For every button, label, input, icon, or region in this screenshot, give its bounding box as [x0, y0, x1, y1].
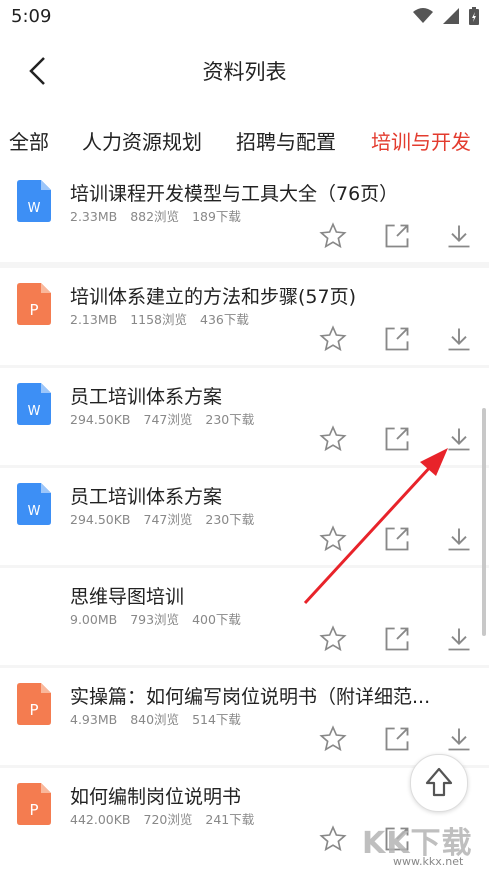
ppt-file-icon: P: [17, 783, 51, 825]
item-meta: 442.00KB 720浏览 241下载: [70, 809, 267, 828]
ppt-file-icon: P: [17, 683, 51, 725]
item-meta: 2.13MB 1158浏览 436下载: [70, 309, 262, 328]
list-item[interactable]: P 培训体系建立的方法和步骤(57页) 2.13MB 1158浏览 436下载: [0, 268, 489, 365]
arrow-up-icon: [425, 767, 453, 797]
item-views: 720浏览: [143, 812, 193, 827]
item-title: 员工培训体系方案: [70, 486, 223, 508]
item-title: 培训课程开发模型与工具大全（76页）: [70, 183, 399, 205]
share-icon[interactable]: [383, 222, 411, 250]
star-icon[interactable]: [319, 625, 347, 653]
share-icon[interactable]: [383, 525, 411, 553]
download-icon[interactable]: [445, 725, 473, 753]
star-icon[interactable]: [319, 525, 347, 553]
item-downloads: 230下载: [205, 412, 255, 427]
star-icon[interactable]: [319, 222, 347, 250]
item-title: 思维导图培训: [70, 586, 185, 608]
tab-training[interactable]: 培训与开发: [371, 126, 471, 155]
star-icon[interactable]: [319, 425, 347, 453]
item-size: 2.33MB: [70, 209, 118, 224]
svg-text:W: W: [28, 201, 41, 216]
item-size: 4.93MB: [70, 712, 118, 727]
item-views: 747浏览: [143, 412, 193, 427]
item-views: 747浏览: [143, 512, 193, 527]
item-views: 840浏览: [130, 712, 180, 727]
item-downloads: 230下载: [205, 512, 255, 527]
item-meta: 4.93MB 840浏览 514下载: [70, 709, 254, 728]
svg-text:P: P: [29, 301, 38, 319]
star-icon[interactable]: [319, 825, 347, 853]
wifi-icon: [413, 8, 433, 23]
item-size: 442.00KB: [70, 812, 131, 827]
item-title: 员工培训体系方案: [70, 386, 223, 408]
svg-text:P: P: [29, 801, 38, 819]
list-item[interactable]: P 实操篇：如何编写岗位说明书（附详细范... 4.93MB 840浏览 514下载: [0, 668, 489, 765]
item-views: 1158浏览: [130, 312, 188, 327]
app-header: 资料列表: [0, 34, 489, 108]
star-icon[interactable]: [319, 325, 347, 353]
watermark-url: www.kkx.net: [393, 855, 464, 868]
item-meta: 9.00MB 793浏览 400下载: [70, 609, 254, 628]
share-icon[interactable]: [383, 725, 411, 753]
word-file-icon: W: [17, 383, 51, 425]
download-icon[interactable]: [445, 525, 473, 553]
list-item[interactable]: W 培训课程开发模型与工具大全（76页） 2.33MB 882浏览 189下载: [0, 168, 489, 262]
download-icon[interactable]: [445, 625, 473, 653]
item-downloads: 436下载: [200, 312, 249, 327]
item-title: 如何编制岗位说明书: [70, 786, 242, 808]
item-downloads: 241下载: [205, 812, 255, 827]
item-title: 培训体系建立的方法和步骤(57页): [70, 286, 357, 308]
word-file-icon: W: [17, 180, 51, 222]
status-icons: [413, 7, 479, 25]
ppt-file-icon: P: [17, 283, 51, 325]
tab-hr-planning[interactable]: 人力资源规划: [82, 126, 202, 155]
share-icon[interactable]: [383, 625, 411, 653]
list-item[interactable]: W 员工培训体系方案 294.50KB 747浏览 230下载: [0, 468, 489, 565]
battery-icon: [469, 7, 479, 25]
tab-all[interactable]: 全部: [9, 126, 49, 155]
back-to-top-button[interactable]: [410, 754, 468, 812]
signal-icon: [443, 8, 459, 24]
item-size: 2.13MB: [70, 312, 118, 327]
item-views: 882浏览: [130, 209, 180, 224]
svg-text:P: P: [29, 701, 38, 719]
download-icon[interactable]: [445, 425, 473, 453]
item-downloads: 400下载: [192, 612, 241, 627]
item-meta: 294.50KB 747浏览 230下载: [70, 409, 267, 428]
category-tabs: 全部 人力资源规划 招聘与配置 培训与开发: [0, 108, 489, 168]
item-size: 294.50KB: [70, 412, 131, 427]
scrollbar[interactable]: [482, 408, 486, 636]
status-time: 5:09: [11, 6, 52, 27]
page-title: 资料列表: [202, 60, 287, 84]
status-bar: 5:09: [0, 0, 489, 34]
word-file-icon: W: [17, 483, 51, 525]
svg-text:W: W: [28, 504, 41, 519]
share-icon[interactable]: [383, 425, 411, 453]
item-meta: 2.33MB 882浏览 189下载: [70, 206, 254, 225]
list-item[interactable]: 思维导图培训 9.00MB 793浏览 400下载: [0, 568, 489, 665]
download-icon[interactable]: [445, 222, 473, 250]
share-icon[interactable]: [383, 325, 411, 353]
list-item[interactable]: W 员工培训体系方案 294.50KB 747浏览 230下载: [0, 368, 489, 465]
item-size: 9.00MB: [70, 612, 118, 627]
download-icon[interactable]: [445, 325, 473, 353]
item-size: 294.50KB: [70, 512, 131, 527]
item-meta: 294.50KB 747浏览 230下载: [70, 509, 267, 528]
item-downloads: 514下载: [192, 712, 241, 727]
svg-text:W: W: [28, 404, 41, 419]
tab-recruitment[interactable]: 招聘与配置: [236, 126, 336, 155]
item-downloads: 189下载: [192, 209, 241, 224]
star-icon[interactable]: [319, 725, 347, 753]
item-views: 793浏览: [130, 612, 180, 627]
item-title: 实操篇：如何编写岗位说明书（附详细范...: [70, 686, 431, 708]
